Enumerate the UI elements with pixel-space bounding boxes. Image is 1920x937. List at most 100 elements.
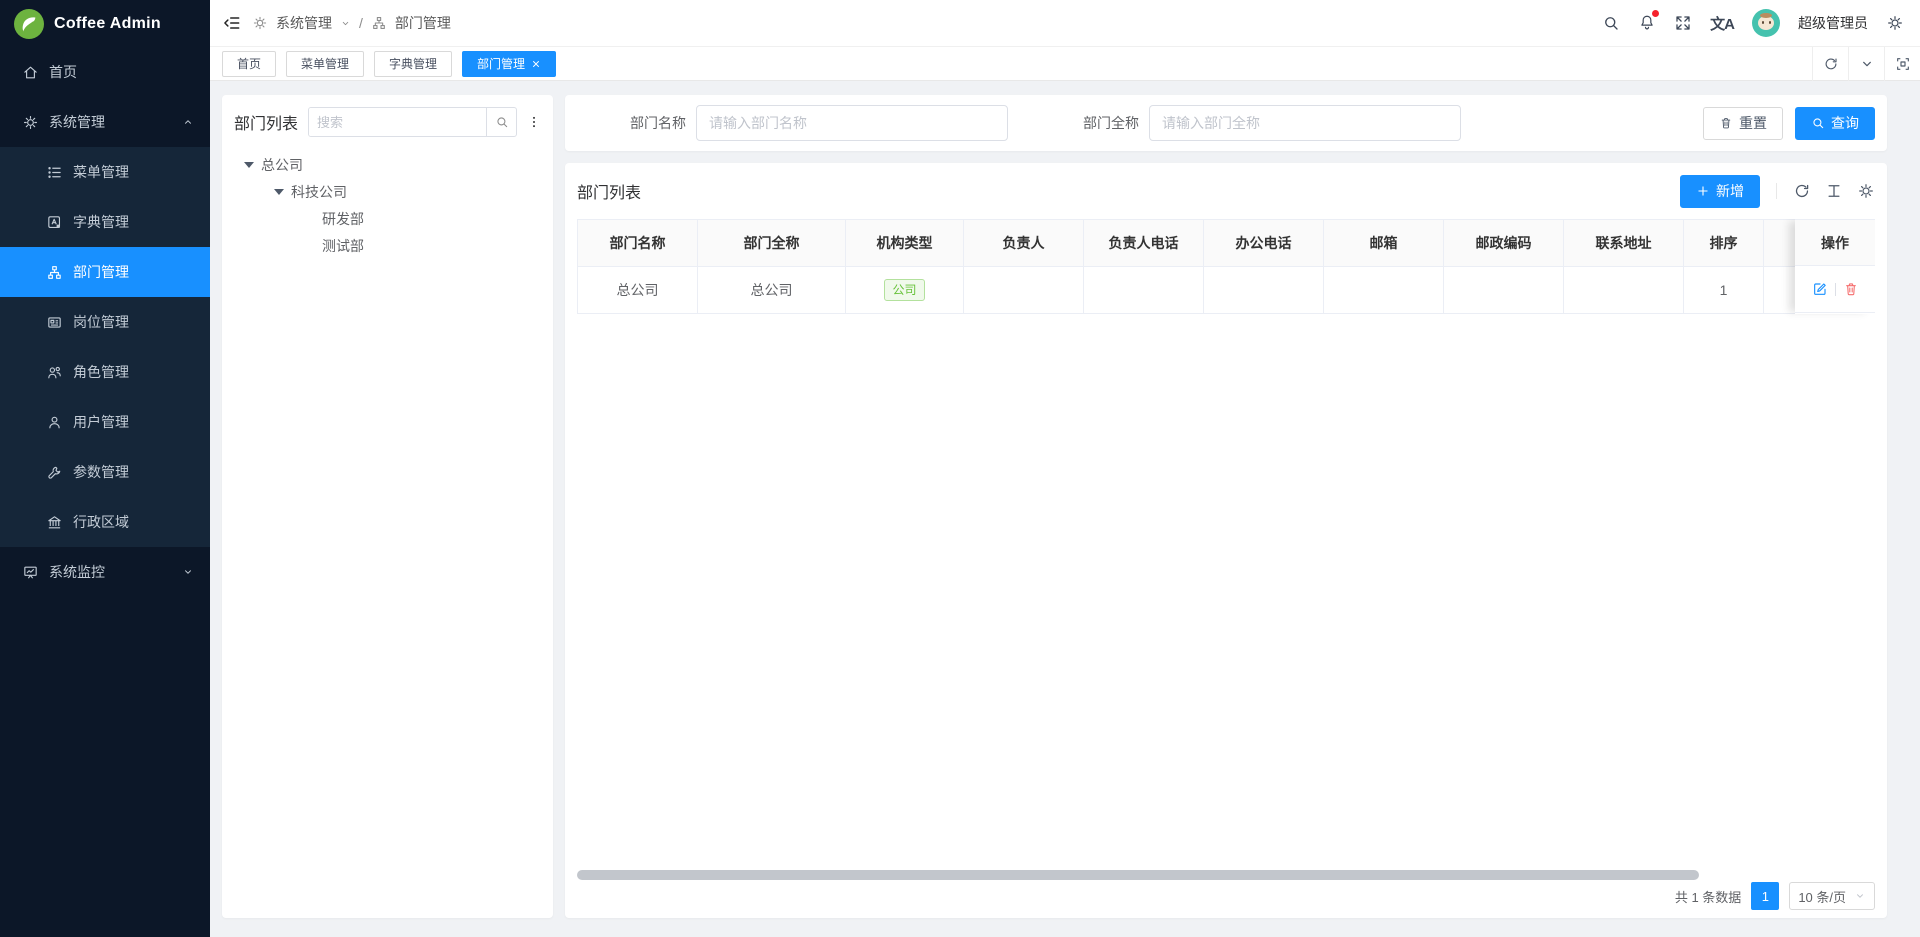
cell-org-type: 公司: [846, 267, 964, 314]
tab-menu-mgmt[interactable]: 菜单管理: [286, 51, 364, 77]
table-title: 部门列表: [577, 179, 641, 203]
breadcrumb: 系统管理 / 部门管理: [252, 13, 451, 33]
cell-postcode: [1444, 267, 1564, 314]
monitor-icon: [22, 564, 39, 581]
fixed-operation-column: 操作: [1795, 219, 1875, 314]
sidebar-item-param-mgmt[interactable]: 参数管理: [0, 447, 210, 497]
delete-trash-icon[interactable]: [1843, 281, 1859, 297]
translate-icon[interactable]: 文A: [1710, 13, 1734, 34]
table-header-row: 部门名称 部门全称 机构类型 负责人 负责人电话 办公电话 邮箱 邮政编码 联系…: [578, 220, 1876, 267]
topbar: 系统管理 / 部门管理 文A 超: [210, 0, 1920, 47]
tree-panel-title: 部门列表: [234, 110, 298, 134]
tree-more-button[interactable]: [527, 114, 541, 130]
trash-icon: [1719, 116, 1733, 130]
dept-name-input[interactable]: [696, 105, 1008, 141]
page-1-button[interactable]: 1: [1751, 882, 1779, 910]
tab-dept-mgmt[interactable]: 部门管理: [462, 51, 556, 77]
maximize-icon: [1895, 56, 1911, 72]
sidebar-item-label: 菜单管理: [73, 162, 129, 182]
sidebar-item-dict-mgmt[interactable]: 字典管理: [0, 197, 210, 247]
col-dept-name: 部门名称: [578, 220, 698, 267]
app-root: Coffee Admin 首页 系统管理 菜单管理 字典管理: [0, 0, 1920, 937]
caret-down-icon[interactable]: [274, 189, 284, 195]
notifications-button[interactable]: [1638, 13, 1656, 34]
chevron-down-icon: [1854, 890, 1866, 902]
page-size-select[interactable]: 10 条/页: [1789, 882, 1875, 910]
close-icon[interactable]: [531, 59, 541, 69]
tree-node[interactable]: 测试部: [234, 232, 541, 259]
reset-button[interactable]: 重置: [1703, 107, 1783, 140]
tree-node[interactable]: 科技公司: [234, 178, 541, 205]
sidebar-item-label: 首页: [49, 62, 77, 82]
tree-node[interactable]: 研发部: [234, 205, 541, 232]
sidebar-item-label: 用户管理: [73, 412, 129, 432]
sidebar-item-user-mgmt[interactable]: 用户管理: [0, 397, 210, 447]
more-vertical-icon: [527, 114, 541, 130]
caret-down-icon[interactable]: [244, 162, 254, 168]
tree-search-button[interactable]: [486, 108, 516, 136]
breadcrumb-level1[interactable]: 系统管理: [276, 13, 332, 33]
tree-search-box: [308, 107, 517, 137]
cell-dept-name: 总公司: [578, 267, 698, 314]
dept-tree: 总公司 科技公司 研发部 测试部: [234, 151, 541, 259]
sidebar-item-dept-mgmt[interactable]: 部门管理: [0, 247, 210, 297]
sidebar-item-label: 参数管理: [73, 462, 129, 482]
tab-home[interactable]: 首页: [222, 51, 276, 77]
sidebar-item-post-mgmt[interactable]: 岗位管理: [0, 297, 210, 347]
search-icon: [1811, 116, 1825, 130]
menu-list-icon: [46, 164, 63, 181]
cell-leader: [964, 267, 1084, 314]
query-button[interactable]: 查询: [1795, 107, 1875, 140]
horizontal-scrollbar-thumb[interactable]: [577, 870, 1699, 880]
tab-dropdown-button[interactable]: [1848, 47, 1884, 81]
dept-fullname-input[interactable]: [1149, 105, 1461, 141]
cell-sort: 1: [1684, 267, 1764, 314]
fullscreen-icon[interactable]: [1674, 14, 1692, 32]
tabbar-controls: [1812, 47, 1920, 81]
row-height-icon[interactable]: [1825, 182, 1843, 200]
tree-search-input[interactable]: [309, 108, 486, 136]
add-button[interactable]: 新增: [1680, 175, 1760, 208]
tab-list: 首页 菜单管理 字典管理 部门管理: [210, 51, 1812, 77]
sidebar-item-role-mgmt[interactable]: 角色管理: [0, 347, 210, 397]
dept-tree-panel: 部门列表 总公司: [222, 95, 553, 918]
bank-icon: [46, 514, 63, 531]
sidebar-item-label: 行政区域: [73, 512, 129, 532]
search-icon[interactable]: [1602, 14, 1620, 32]
edit-icon[interactable]: [1812, 281, 1828, 297]
actions-divider: [1835, 283, 1836, 296]
tab-dict-mgmt[interactable]: 字典管理: [374, 51, 452, 77]
main-area: 系统管理 / 部门管理 文A 超: [210, 0, 1920, 937]
sidebar-item-region[interactable]: 行政区域: [0, 497, 210, 547]
right-column: 部门名称 部门全称 重置 查询: [565, 95, 1887, 918]
table-card-header: 部门列表 新增: [565, 163, 1887, 219]
settings-gear-icon[interactable]: [1886, 14, 1904, 32]
table-row[interactable]: 总公司 总公司 公司 1 正: [578, 267, 1876, 314]
sidebar-item-monitor[interactable]: 系统监控: [0, 547, 210, 597]
sidebar-item-menu-mgmt[interactable]: 菜单管理: [0, 147, 210, 197]
pagination-total: 共 1 条数据: [1675, 887, 1741, 906]
filter-actions: 重置 查询: [1703, 107, 1875, 140]
cell-office-phone: [1204, 267, 1324, 314]
col-org-type: 机构类型: [846, 220, 964, 267]
sidebar-item-home[interactable]: 首页: [0, 47, 210, 97]
org-chart-icon: [46, 264, 63, 281]
col-office-phone: 办公电话: [1204, 220, 1324, 267]
gear-icon: [252, 15, 268, 31]
sidebar-item-system[interactable]: 系统管理: [0, 97, 210, 147]
content: 部门列表 总公司: [210, 81, 1920, 937]
column-settings-gear-icon[interactable]: [1857, 182, 1875, 200]
user-name[interactable]: 超级管理员: [1798, 13, 1868, 33]
sidebar-item-label: 部门管理: [73, 262, 129, 282]
tree-node[interactable]: 总公司: [234, 151, 541, 178]
tab-refresh-button[interactable]: [1812, 47, 1848, 81]
user-icon: [46, 414, 63, 431]
avatar[interactable]: [1752, 9, 1780, 37]
sidebar-fold-icon[interactable]: [222, 13, 242, 33]
tabbar: 首页 菜单管理 字典管理 部门管理: [210, 47, 1920, 81]
gear-icon: [22, 114, 39, 131]
col-leader-phone: 负责人电话: [1084, 220, 1204, 267]
col-leader: 负责人: [964, 220, 1084, 267]
content-maximize-button[interactable]: [1884, 47, 1920, 81]
refresh-icon[interactable]: [1793, 182, 1811, 200]
